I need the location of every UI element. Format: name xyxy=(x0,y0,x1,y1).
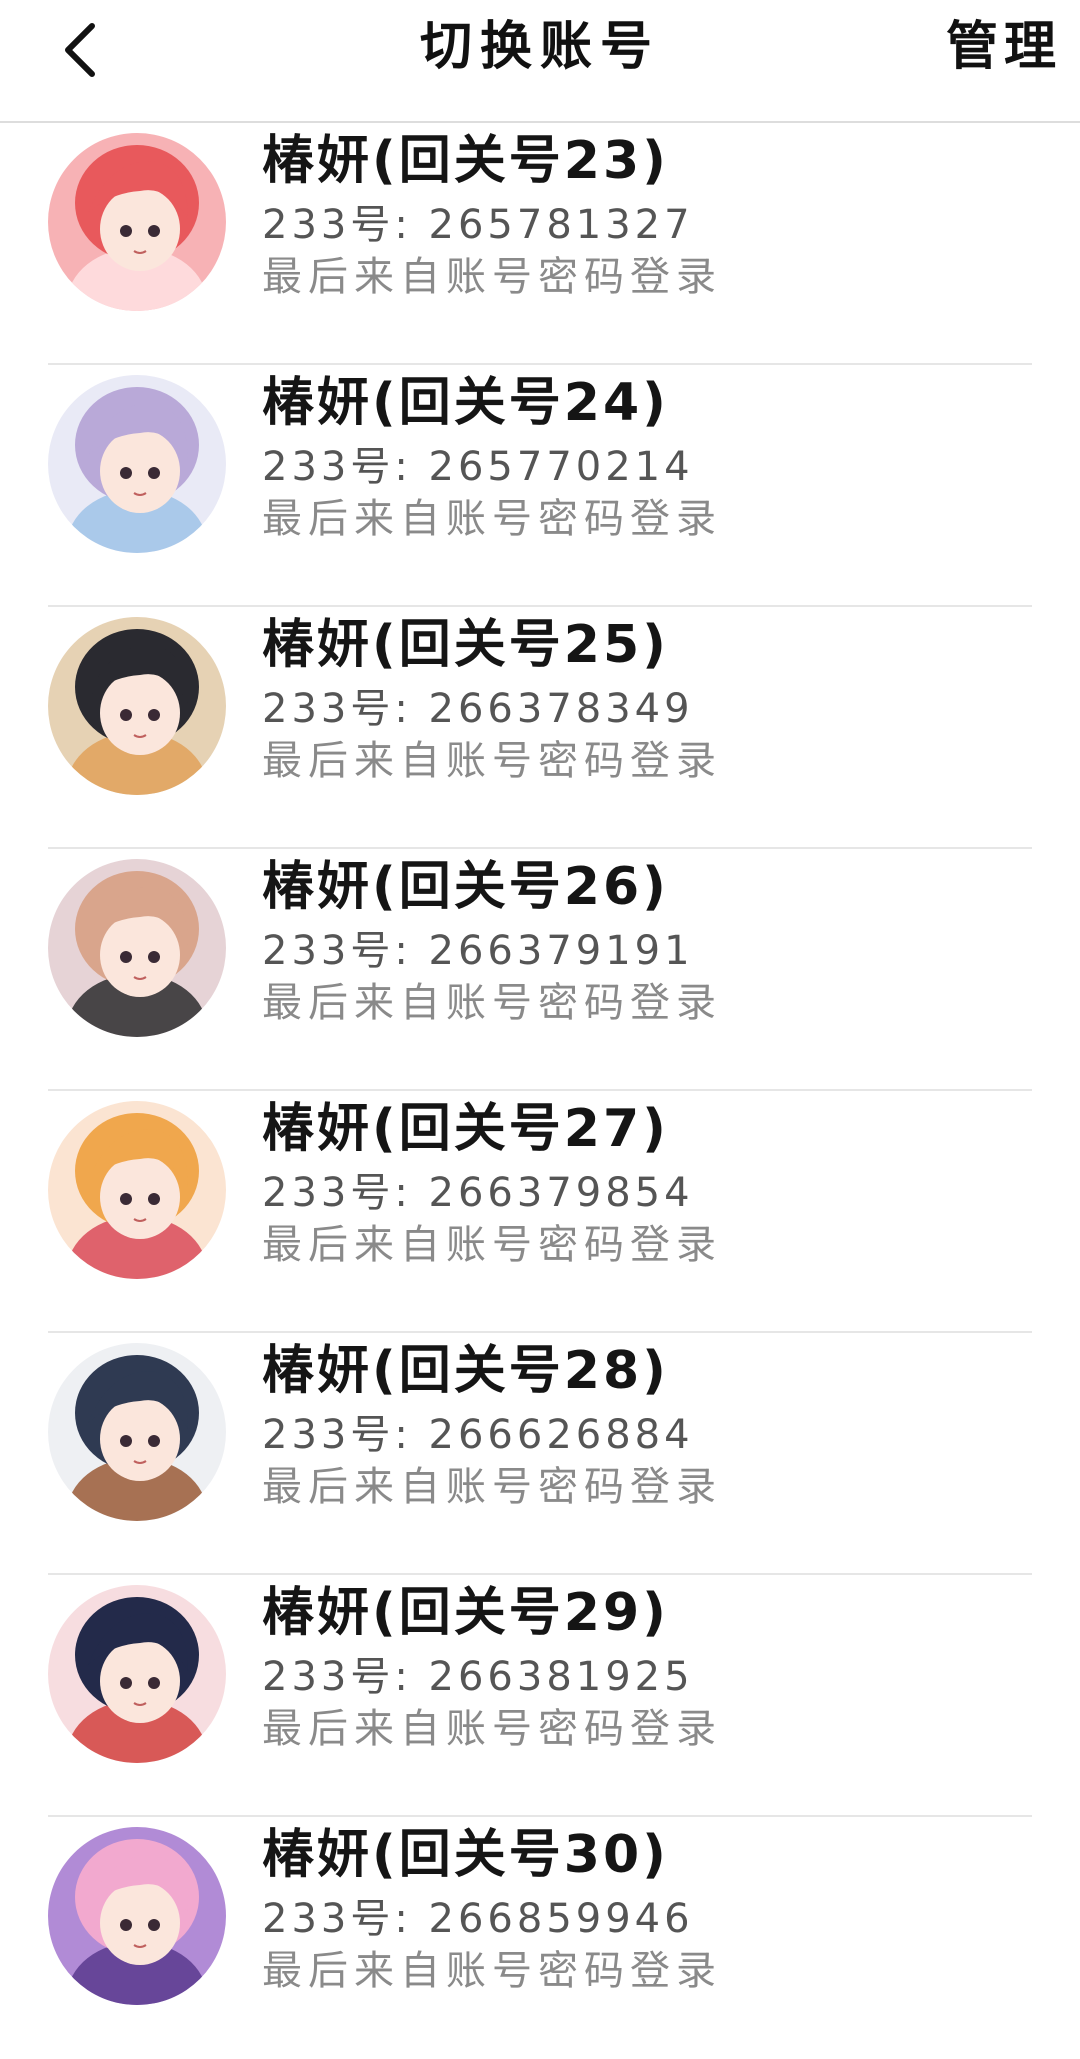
account-name: 椿妍(回关号27) xyxy=(262,1099,669,1159)
login-source: 最后来自账号密码登录 xyxy=(262,496,722,542)
account-row[interactable]: 椿妍(回关号25) 233号: 266378349 最后来自账号密码登录 xyxy=(0,607,1080,849)
avatar xyxy=(48,133,226,311)
login-source: 最后来自账号密码登录 xyxy=(262,1222,722,1268)
account-id: 233号: 266626884 xyxy=(262,1412,694,1458)
account-id: 233号: 265770214 xyxy=(262,444,694,490)
account-name: 椿妍(回关号24) xyxy=(262,373,669,433)
account-list: 椿妍(回关号23) 233号: 265781327 最后来自账号密码登录 椿妍(回关号… xyxy=(0,123,1080,2059)
avatar xyxy=(48,1101,226,1279)
account-row[interactable]: 椿妍(回关号30) 233号: 266859946 最后来自账号密码登录 xyxy=(0,1817,1080,2059)
account-row[interactable]: 椿妍(回关号29) 233号: 266381925 最后来自账号密码登录 xyxy=(0,1575,1080,1817)
top-bar: 切换账号 管理 xyxy=(0,0,1080,123)
account-row[interactable]: 椿妍(回关号23) 233号: 265781327 最后来自账号密码登录 xyxy=(0,123,1080,365)
manage-button[interactable]: 管理 xyxy=(946,12,1062,82)
login-source: 最后来自账号密码登录 xyxy=(262,254,722,300)
account-id: 233号: 266379854 xyxy=(262,1170,694,1216)
account-row[interactable]: 椿妍(回关号24) 233号: 265770214 最后来自账号密码登录 xyxy=(0,365,1080,607)
account-row[interactable]: 椿妍(回关号28) 233号: 266626884 最后来自账号密码登录 xyxy=(0,1333,1080,1575)
avatar xyxy=(48,1585,226,1763)
login-source: 最后来自账号密码登录 xyxy=(262,1706,722,1752)
account-row[interactable]: 椿妍(回关号26) 233号: 266379191 最后来自账号密码登录 xyxy=(0,849,1080,1091)
account-name: 椿妍(回关号28) xyxy=(262,1341,669,1401)
avatar xyxy=(48,375,226,553)
account-name: 椿妍(回关号30) xyxy=(262,1825,669,1885)
avatar xyxy=(48,859,226,1037)
login-source: 最后来自账号密码登录 xyxy=(262,980,722,1026)
login-source: 最后来自账号密码登录 xyxy=(262,1464,722,1510)
login-source: 最后来自账号密码登录 xyxy=(262,1948,722,1994)
account-name: 椿妍(回关号25) xyxy=(262,615,669,675)
avatar xyxy=(48,617,226,795)
account-name: 椿妍(回关号26) xyxy=(262,857,669,917)
account-id: 233号: 266381925 xyxy=(262,1654,694,1700)
account-name: 椿妍(回关号23) xyxy=(262,131,669,191)
account-id: 233号: 265781327 xyxy=(262,202,694,248)
account-name: 椿妍(回关号29) xyxy=(262,1583,669,1643)
account-id: 233号: 266378349 xyxy=(262,686,694,732)
avatar xyxy=(48,1827,226,2005)
avatar xyxy=(48,1343,226,1521)
page-title: 切换账号 xyxy=(419,17,660,77)
login-source: 最后来自账号密码登录 xyxy=(262,738,722,784)
account-id: 233号: 266859946 xyxy=(262,1896,694,1942)
account-row[interactable]: 椿妍(回关号27) 233号: 266379854 最后来自账号密码登录 xyxy=(0,1091,1080,1333)
account-id: 233号: 266379191 xyxy=(262,928,694,974)
